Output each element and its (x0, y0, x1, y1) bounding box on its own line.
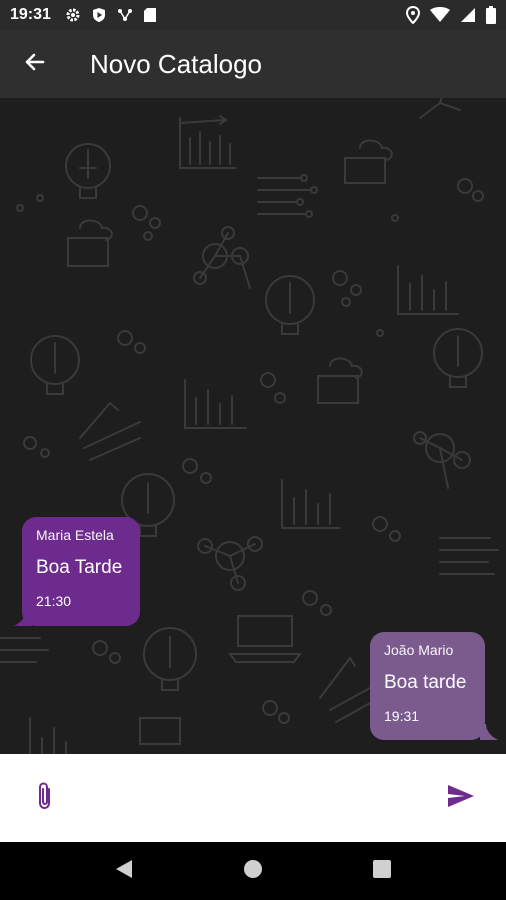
send-icon (447, 784, 475, 813)
recents-square-icon (372, 859, 391, 883)
location-icon (406, 6, 420, 24)
message-time: 19:31 (384, 708, 420, 724)
bubble-tail-right (480, 724, 498, 740)
message-time: 21:30 (36, 593, 72, 609)
status-bar: 19:31 (0, 0, 506, 30)
bubble-tail-left (14, 610, 32, 626)
status-left-icons (65, 7, 157, 23)
battery-icon (486, 6, 496, 24)
message-text: Boa tarde (384, 672, 467, 693)
page-title: Novo Catalogo (90, 48, 262, 79)
message-input[interactable] (90, 773, 416, 823)
message-sender: João Mario (384, 642, 454, 658)
message-composer (0, 754, 506, 842)
arrow-back-icon (23, 50, 47, 79)
sd-card-icon (143, 7, 157, 23)
message-bubble-outgoing[interactable]: João Mario Boa tarde 19:31 (370, 632, 485, 740)
system-nav-bar (0, 842, 506, 900)
paperclip-icon (35, 781, 55, 816)
settings-icon (65, 7, 81, 23)
shield-play-icon (91, 7, 107, 23)
message-sender: Maria Estela (36, 527, 114, 543)
back-triangle-icon (114, 859, 134, 884)
app-bar: Novo Catalogo (0, 30, 506, 98)
back-button[interactable] (0, 30, 70, 98)
status-time: 19:31 (10, 6, 51, 23)
home-circle-icon (243, 859, 263, 884)
wifi-icon (430, 7, 450, 23)
signal-icon (460, 7, 476, 23)
send-button[interactable] (416, 754, 506, 842)
nav-home-button[interactable] (223, 842, 283, 900)
nav-back-button[interactable] (94, 842, 154, 900)
chat-area[interactable]: Maria Estela Boa Tarde 21:30 João Mario … (0, 98, 506, 754)
attach-button[interactable] (0, 754, 90, 842)
nav-recents-button[interactable] (352, 842, 412, 900)
status-right-icons (406, 6, 496, 24)
network-icon (117, 7, 133, 23)
message-text: Boa Tarde (36, 557, 123, 578)
message-bubble-incoming[interactable]: Maria Estela Boa Tarde 21:30 (22, 517, 140, 626)
